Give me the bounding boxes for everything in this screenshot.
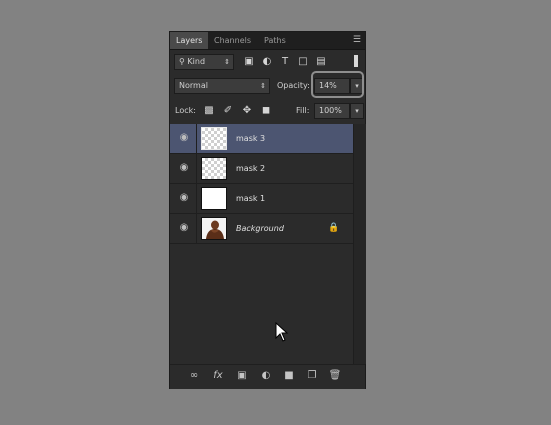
blend-mode-select[interactable]: Normal ⇕ (174, 78, 270, 94)
group-folder-icon[interactable]: ■ (281, 369, 297, 383)
tab-channels[interactable]: Channels (208, 32, 257, 49)
lock-image-pixels-icon[interactable]: ✐ (221, 103, 235, 119)
blend-mode-value: Normal (179, 81, 208, 90)
layer-thumbnail (201, 187, 227, 210)
fill-label: Fill: (296, 106, 310, 115)
filter-row: ⚲ Kind ⇕ ▣ ◐ T □ ▤ (170, 53, 365, 71)
search-icon: ⚲ (179, 57, 185, 66)
background-photo-thumbnail (201, 217, 227, 240)
tab-paths[interactable]: Paths (258, 32, 292, 49)
layers-panel: Layers Channels Paths ☰ ⚲ Kind ⇕ ▣ ◐ T □… (169, 31, 366, 389)
mouse-cursor-icon (275, 322, 289, 342)
panel-menu-icon[interactable]: ☰ (353, 35, 361, 45)
layers-scrollbar[interactable] (353, 124, 366, 364)
layer-row-background[interactable]: ◉ Background 🔒 (170, 214, 353, 244)
lock-row: Lock: ▩ ✐ ✥ ◼ Fill: 100% ▾ (170, 103, 365, 121)
eye-visibility-icon[interactable]: ◉ (178, 193, 190, 203)
layer-name: Background (236, 224, 284, 233)
layer-thumbnail (201, 127, 227, 150)
pixel-layer-filter-icon[interactable]: ▣ (242, 54, 256, 70)
eye-visibility-icon[interactable]: ◉ (178, 133, 190, 143)
updown-arrows-icon: ⇕ (224, 58, 230, 66)
filter-toggle-switch[interactable] (354, 55, 358, 67)
lock-position-icon[interactable]: ✥ (240, 103, 254, 119)
opacity-highlight-frame (311, 71, 364, 98)
adjustment-layer-filter-icon[interactable]: ◐ (260, 54, 274, 70)
link-layers-icon[interactable]: ∞ (186, 369, 202, 383)
fill-input[interactable]: 100% (314, 103, 350, 119)
layer-thumbnail (201, 157, 227, 180)
layers-list: ◉ mask 3 ◉ mask 2 ◉ mask 1 ◉ Background … (170, 124, 353, 364)
lock-icon: 🔒 (328, 223, 340, 233)
portrait-image (202, 218, 226, 239)
adjustment-layer-icon[interactable]: ◐ (258, 369, 274, 383)
kind-filter-select[interactable]: ⚲ Kind ⇕ (174, 54, 234, 70)
layer-row-mask-3[interactable]: ◉ mask 3 (170, 124, 353, 154)
tab-layers[interactable]: Layers (170, 32, 209, 49)
updown-arrows-icon: ⇕ (260, 82, 266, 90)
fx-icon[interactable]: fx (210, 369, 226, 383)
lock-label: Lock: (175, 106, 196, 115)
trash-icon[interactable]: 🗑 (327, 369, 343, 383)
smart-object-filter-icon[interactable]: ▤ (314, 54, 328, 70)
fill-dropdown-button[interactable]: ▾ (350, 103, 364, 119)
layer-name: mask 1 (236, 194, 266, 203)
eye-visibility-icon[interactable]: ◉ (178, 223, 190, 233)
type-layer-filter-icon[interactable]: T (278, 54, 292, 70)
panel-tabbar: Layers Channels Paths ☰ (170, 32, 365, 50)
opacity-label: Opacity: (277, 81, 310, 90)
lock-all-icon[interactable]: ◼ (259, 103, 273, 119)
kind-filter-label: Kind (187, 57, 206, 66)
layer-name: mask 2 (236, 164, 266, 173)
panel-footer: ∞ fx ▣ ◐ ■ ❐ 🗑 (170, 364, 365, 389)
layer-name: mask 3 (236, 134, 266, 143)
layer-mask-icon[interactable]: ▣ (234, 369, 250, 383)
layer-row-mask-1[interactable]: ◉ mask 1 (170, 184, 353, 214)
new-layer-icon[interactable]: ❐ (304, 369, 320, 383)
shape-layer-filter-icon[interactable]: □ (296, 54, 310, 70)
eye-visibility-icon[interactable]: ◉ (178, 163, 190, 173)
lock-transparent-pixels-icon[interactable]: ▩ (202, 103, 216, 119)
layer-row-mask-2[interactable]: ◉ mask 2 (170, 154, 353, 184)
